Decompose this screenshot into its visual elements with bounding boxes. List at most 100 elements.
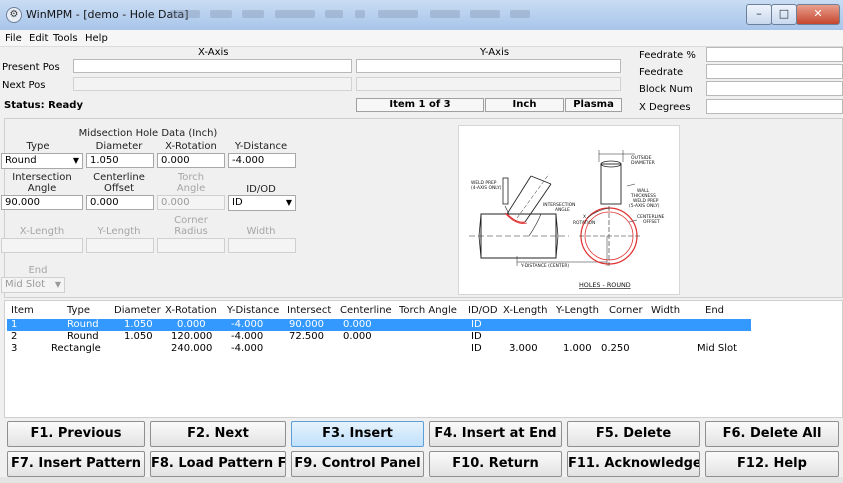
- table-row[interactable]: 2 Round 1.050 120.000 -4.000 72.500 0.00…: [7, 331, 751, 343]
- chevron-down-icon: ▼: [72, 156, 79, 165]
- minimize-button[interactable]: –: [746, 4, 772, 25]
- col-header-y-length[interactable]: Y-Length: [556, 305, 599, 316]
- unit-indicator: Inch: [485, 98, 564, 112]
- f5-delete-button[interactable]: F5. Delete: [567, 421, 700, 447]
- feedrate-percent-field: [706, 47, 843, 62]
- x-length-label: X-Length: [19, 226, 65, 237]
- type-select[interactable]: Round ▼: [1, 153, 83, 169]
- ghost-menu-placeholder: [325, 10, 343, 18]
- diagram-caption: HOLES - ROUND: [579, 281, 631, 289]
- corner-radius-label: Corner: [174, 215, 208, 226]
- menu-file[interactable]: File: [5, 33, 22, 44]
- table-cell: 0.000: [343, 319, 372, 330]
- ghost-menu-placeholder: [170, 10, 200, 18]
- window-title: WinMPM - [demo - Hole Data]: [26, 8, 189, 21]
- process-indicator: Plasma: [565, 98, 622, 112]
- centerline-offset-text-2: OFFSET: [643, 219, 660, 225]
- feedrate-label: Feedrate: [639, 67, 684, 78]
- f12-help-button[interactable]: F12. Help: [705, 451, 839, 477]
- table-cell: Mid Slot: [697, 343, 738, 354]
- col-header-centerline[interactable]: Centerline: [340, 305, 392, 316]
- ghost-menu-placeholder: [275, 10, 315, 18]
- table-cell: 1.050: [124, 331, 153, 342]
- hole-diagram: OUTSIDE DIAMETER WELD PREP (4-AXIS ONLY)…: [458, 125, 680, 295]
- x-rotation-text-2: ROTATION: [573, 220, 595, 226]
- col-header-diameter[interactable]: Diameter: [114, 305, 161, 316]
- close-button[interactable]: ✕: [796, 4, 840, 25]
- col-header-corner[interactable]: Corner: [609, 305, 643, 316]
- table-row[interactable]: 3 Rectangle 240.000 -4.000 ID 3.000 1.00…: [7, 343, 751, 355]
- diameter-input[interactable]: 1.050: [86, 153, 154, 168]
- col-header-y-distance[interactable]: Y-Distance: [227, 305, 279, 316]
- hole-diagram-drawing: OUTSIDE DIAMETER WELD PREP (4-AXIS ONLY)…: [469, 150, 665, 289]
- col-header-x-rotation[interactable]: X-Rotation: [165, 305, 217, 316]
- type-label: Type: [26, 141, 50, 152]
- chevron-down-icon: ▼: [54, 280, 61, 289]
- table-cell: -4.000: [231, 319, 264, 330]
- table-cell: 1.000: [563, 343, 592, 354]
- present-pos-label: Present Pos: [2, 62, 60, 73]
- gear-icon[interactable]: ⚙: [6, 7, 22, 23]
- intersection-label: Intersection: [12, 172, 72, 183]
- centerline-offset-input[interactable]: 0.000: [86, 195, 154, 210]
- next-pos-y-field: [356, 77, 621, 91]
- block-num-label: Block Num: [639, 84, 693, 95]
- hole-table[interactable]: Item Type Diameter X-Rotation Y-Distance…: [4, 300, 843, 418]
- feedrate-field: [706, 64, 843, 79]
- col-header-torch-angle[interactable]: Torch Angle: [399, 305, 457, 316]
- f11-acknowledge-button[interactable]: F11. Acknowledge: [567, 451, 700, 477]
- col-header-type[interactable]: Type: [67, 305, 90, 316]
- f10-return-button[interactable]: F10. Return: [429, 451, 562, 477]
- col-header-x-length[interactable]: X-Length: [503, 305, 547, 316]
- table-cell: -4.000: [231, 331, 264, 342]
- f4-insert-at-end-button[interactable]: F4. Insert at End: [429, 421, 562, 447]
- table-cell: 0.250: [601, 343, 630, 354]
- f8-load-pattern-file-button[interactable]: F8. Load Pattern File: [150, 451, 286, 477]
- table-row[interactable]: 1 Round 1.050 0.000 -4.000 90.000 0.000 …: [7, 319, 751, 331]
- f1-previous-button[interactable]: F1. Previous: [7, 421, 145, 447]
- item-counter: Item 1 of 3: [356, 98, 484, 112]
- status-text: Status: Ready: [4, 100, 83, 111]
- width-input: [228, 238, 296, 253]
- menu-bar: [0, 30, 843, 47]
- centerline-label-2: Offset: [103, 183, 135, 194]
- f6-delete-all-button[interactable]: F6. Delete All: [705, 421, 839, 447]
- width-label: Width: [246, 226, 276, 237]
- col-header-intersect[interactable]: Intersect: [287, 305, 331, 316]
- torch-angle-label: Torch: [177, 172, 205, 183]
- id-od-select[interactable]: ID ▼: [228, 195, 296, 211]
- col-header-end[interactable]: End: [705, 305, 724, 316]
- f9-control-panel-button[interactable]: F9. Control Panel: [291, 451, 424, 477]
- f7-insert-pattern-button[interactable]: F7. Insert Pattern: [7, 451, 145, 477]
- x-rotation-input[interactable]: 0.000: [157, 153, 225, 168]
- maximize-button[interactable]: □: [771, 4, 797, 25]
- ghost-menu-placeholder: [355, 10, 365, 18]
- ghost-menu-placeholder: [430, 10, 460, 18]
- ghost-menu-placeholder: [378, 10, 418, 18]
- next-pos-label: Next Pos: [2, 80, 46, 91]
- table-cell: 1.050: [124, 319, 153, 330]
- table-cell: -4.000: [231, 343, 264, 354]
- y-distance-input[interactable]: -4.000: [228, 153, 296, 168]
- menu-tools[interactable]: Tools: [53, 33, 78, 44]
- weld-prep-right-text-2: (5-AXIS ONLY): [629, 203, 660, 209]
- chevron-down-icon: ▼: [285, 198, 292, 207]
- f3-insert-button[interactable]: F3. Insert: [291, 421, 424, 447]
- intersection-angle-input[interactable]: 90.000: [1, 195, 83, 210]
- table-cell: 120.000: [171, 331, 213, 342]
- ghost-menu-placeholder: [210, 10, 232, 18]
- corner-radius-input: [157, 238, 225, 253]
- ghost-menu-placeholder: [470, 10, 500, 18]
- col-header-item[interactable]: Item: [11, 305, 34, 316]
- f2-next-button[interactable]: F2. Next: [150, 421, 286, 447]
- col-header-id-od[interactable]: ID/OD: [468, 305, 498, 316]
- menu-edit[interactable]: Edit: [29, 33, 48, 44]
- y-length-label: Y-Length: [97, 226, 141, 237]
- present-pos-x-field: [73, 59, 352, 73]
- table-cell: ID: [471, 343, 482, 354]
- outside-diameter-text-2: DIAMETER: [631, 160, 656, 166]
- x-rotation-label: X-Rotation: [165, 141, 217, 152]
- col-header-width[interactable]: Width: [651, 305, 680, 316]
- menu-help[interactable]: Help: [85, 33, 108, 44]
- next-pos-x-field: [73, 77, 352, 91]
